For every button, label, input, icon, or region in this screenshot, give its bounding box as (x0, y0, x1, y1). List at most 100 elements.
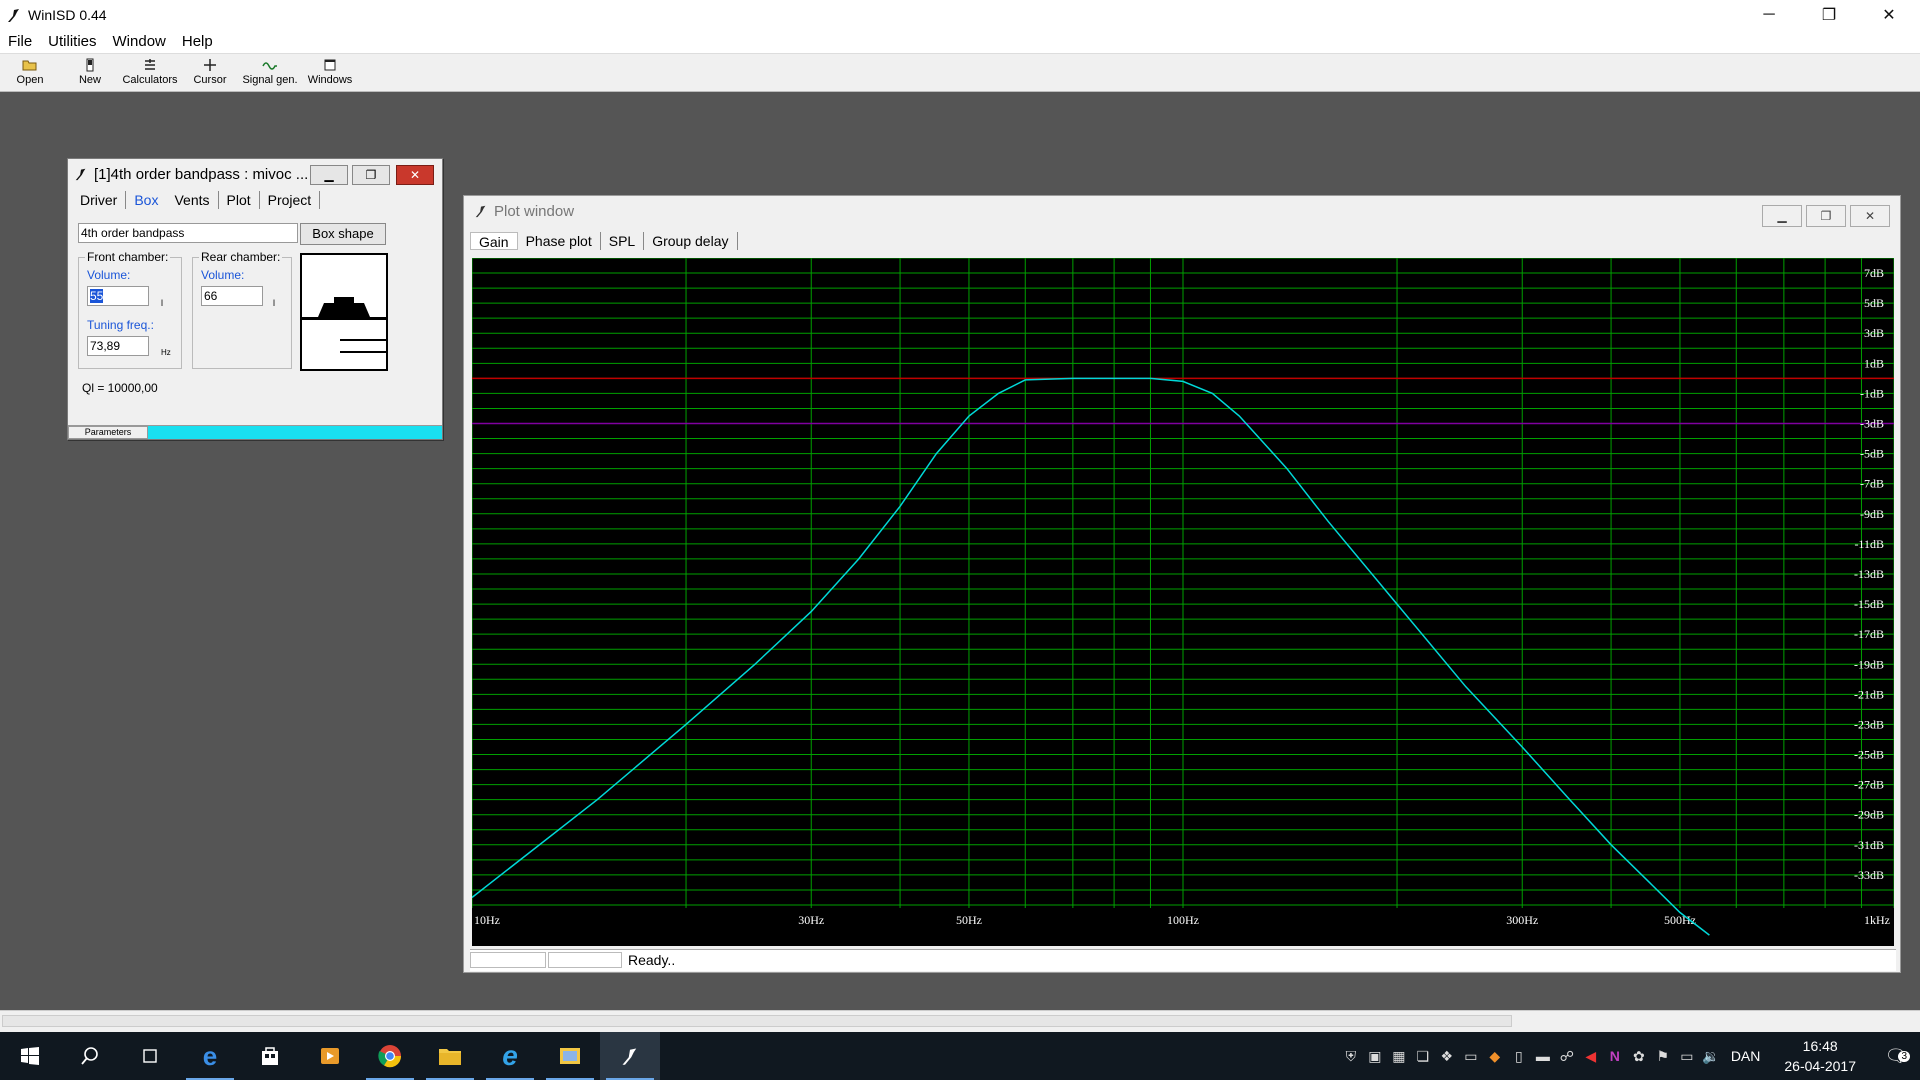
search-icon (81, 1047, 98, 1065)
tray-orange-icon[interactable]: ◆ (1483, 1044, 1507, 1068)
flag-icon[interactable]: ⚑ (1651, 1044, 1675, 1068)
front-tuning-input[interactable]: 73,89 (87, 336, 149, 356)
y-tick-label: -15dB (1854, 597, 1884, 611)
file-explorer-taskbar-button[interactable] (420, 1032, 480, 1080)
tab-phase-plot[interactable]: Phase plot (518, 232, 601, 250)
dropbox-icon[interactable]: ❖ (1435, 1044, 1459, 1068)
toolbar-windows-label: Windows (307, 74, 353, 86)
shield-icon[interactable]: ⛨ (1339, 1044, 1363, 1068)
language-indicator[interactable]: DAN (1723, 1048, 1769, 1064)
parameters-tab[interactable]: Parameters (68, 426, 148, 439)
y-tick-label: -31dB (1854, 838, 1884, 852)
box-window-titlebar[interactable]: [1]4th order bandpass : mivoc ... ▁ ❐ ✕ (68, 159, 442, 189)
y-tick-label: -25dB (1854, 748, 1884, 762)
rear-volume-label: Volume: (201, 268, 245, 282)
tray-monitor-icon[interactable]: ▭ (1459, 1044, 1483, 1068)
media-player-icon (321, 1048, 339, 1064)
explorer-window-taskbar-button[interactable] (540, 1032, 600, 1080)
minimize-button[interactable]: ─ (1740, 0, 1798, 30)
store-icon (262, 1047, 278, 1065)
gain-plot-area[interactable]: 7dB 5dB 3dB 1dB -1dB -3dB -5dB -7dB -9dB -11dB -13… (472, 258, 1894, 946)
menu-utilities[interactable]: Utilities (40, 33, 104, 50)
tab-group-delay[interactable]: Group delay (644, 232, 738, 250)
status-ready-text: Ready.. (628, 952, 676, 968)
box-window-close[interactable]: ✕ (396, 165, 434, 185)
front-volume-value: 55 (90, 289, 104, 303)
plot-window: Plot window ▁ ❐ ✕ Gain Phase plot SPL Gr… (463, 195, 1901, 973)
media-player-taskbar-button[interactable] (300, 1032, 360, 1080)
menu-help[interactable]: Help (174, 33, 221, 50)
y-tick-label: -13dB (1854, 567, 1884, 581)
notification-badge: 3 (1898, 1051, 1910, 1062)
plot-window-titlebar[interactable]: Plot window ▁ ❐ ✕ (464, 196, 1900, 227)
tab-gain[interactable]: Gain (470, 232, 518, 250)
box-window-maximize[interactable]: ❐ (352, 165, 390, 185)
internet-explorer-taskbar-button[interactable]: e (480, 1032, 540, 1080)
plot-window-maximize[interactable]: ❐ (1806, 205, 1846, 227)
status-segment-1 (470, 952, 546, 968)
toolbar-new-button[interactable]: New (60, 54, 120, 91)
store-taskbar-button[interactable] (240, 1032, 300, 1080)
tab-project[interactable]: Project (260, 191, 321, 209)
toolbar-open-button[interactable]: Open (0, 54, 60, 91)
y-tick-label: -7dB (1860, 477, 1884, 491)
action-center-button[interactable]: 🗨 3 (1872, 1044, 1920, 1068)
tray-gear-icon[interactable]: ✿ (1627, 1044, 1651, 1068)
toolbar-signal-gen-button[interactable]: Signal gen. (240, 54, 300, 91)
box-shape-button[interactable]: Box shape (300, 223, 386, 245)
clock[interactable]: 16:48 26-04-2017 (1768, 1036, 1872, 1076)
task-view-button[interactable] (120, 1032, 180, 1080)
mdi-horizontal-scrollbar[interactable] (0, 1010, 1920, 1032)
winisd-taskbar-button[interactable] (600, 1032, 660, 1080)
plot-status-bar: Ready.. (470, 949, 1896, 971)
tab-spl[interactable]: SPL (601, 232, 645, 250)
usb-icon[interactable]: ▯ (1507, 1044, 1531, 1068)
y-tick-label: 5dB (1864, 296, 1884, 310)
toolbar-cursor-button[interactable]: Cursor (180, 54, 240, 91)
winisd-window-icon (75, 168, 86, 181)
tab-plot[interactable]: Plot (219, 191, 260, 209)
y-tick-label: 3dB (1864, 326, 1884, 340)
volume-icon[interactable]: 🔉 (1699, 1044, 1723, 1068)
winisd-app-icon (622, 1048, 637, 1065)
box-window-minimize[interactable]: ▁ (310, 165, 348, 185)
network-icon[interactable]: ▭ (1675, 1044, 1699, 1068)
tray-card-icon[interactable]: ▬ (1531, 1044, 1555, 1068)
toolbar-calculators-label: Calculators (122, 74, 178, 86)
maximize-button[interactable]: ❐ (1800, 0, 1858, 30)
network-share-icon[interactable]: ☍ (1555, 1044, 1579, 1068)
tray-flag-icon[interactable]: ◀ (1579, 1044, 1603, 1068)
menu-window[interactable]: Window (105, 33, 174, 50)
edge-taskbar-button[interactable]: e (180, 1032, 240, 1080)
front-volume-input[interactable]: 55 (87, 286, 149, 306)
rear-chamber-label: Rear chamber: (199, 250, 283, 264)
chrome-taskbar-button[interactable] (360, 1032, 420, 1080)
start-button[interactable] (0, 1032, 60, 1080)
internet-explorer-icon: e (502, 1040, 518, 1071)
tab-vents[interactable]: Vents (166, 191, 219, 209)
tab-box[interactable]: Box (126, 191, 166, 209)
plot-window-minimize[interactable]: ▁ (1762, 205, 1802, 227)
tray-colorful-icon[interactable]: ▦ (1387, 1044, 1411, 1068)
y-tick-label: -23dB (1854, 717, 1884, 731)
y-tick-label: -21dB (1854, 687, 1884, 701)
onenote-icon[interactable]: N (1603, 1044, 1627, 1068)
box-type-field[interactable]: 4th order bandpass (78, 223, 298, 243)
crosshair-icon (204, 59, 216, 71)
search-button[interactable] (60, 1032, 120, 1080)
toolbar-calculators-button[interactable]: Calculators (120, 54, 180, 91)
rear-volume-input[interactable]: 66 (201, 286, 263, 306)
signal-wave-icon (262, 62, 277, 70)
plot-window-close[interactable]: ✕ (1850, 205, 1890, 227)
tray-app-icon[interactable]: ▣ (1363, 1044, 1387, 1068)
tab-driver[interactable]: Driver (72, 191, 127, 209)
y-tick-label: 7dB (1864, 266, 1884, 280)
close-button[interactable]: ✕ (1860, 0, 1918, 30)
menu-file[interactable]: File (0, 33, 40, 50)
scrollbar-thumb[interactable] (2, 1015, 1512, 1027)
calculator-icon (145, 59, 155, 70)
tray-window-icon[interactable]: ❏ (1411, 1044, 1435, 1068)
rear-volume-unit: l (273, 298, 275, 308)
toolbar-windows-button[interactable]: Windows (300, 54, 360, 91)
y-tick-label: -3dB (1860, 417, 1884, 431)
